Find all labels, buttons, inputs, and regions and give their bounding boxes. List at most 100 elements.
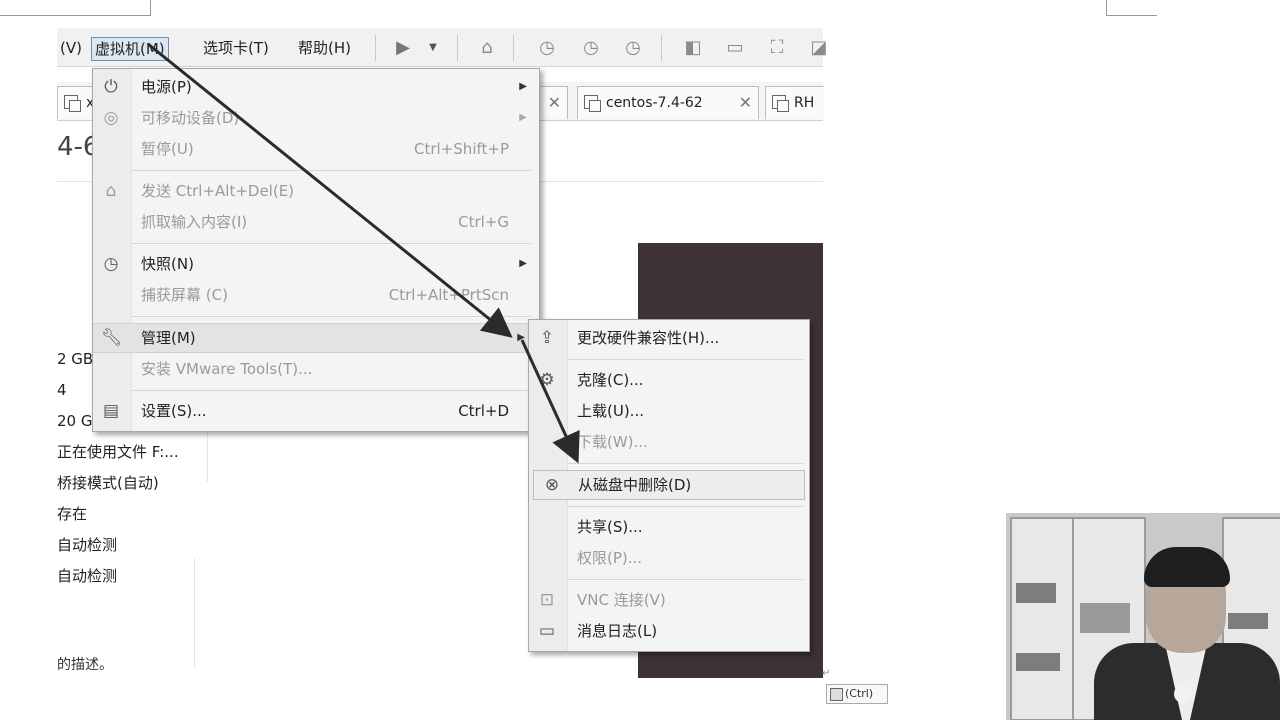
menu-item-label: 更改硬件兼容性(H)...: [577, 329, 720, 347]
menu-item-label: 安装 VMware Tools(T)...: [141, 360, 313, 378]
menu-item-install-vmware-tools[interactable]: 安装 VMware Tools(T)...: [93, 355, 539, 383]
keyboard-send-icon: ⌂: [105, 181, 117, 201]
paragraph-mark-icon: ↵: [822, 668, 831, 679]
manage-submenu: ⇪ 更改硬件兼容性(H)... ⚙ 克隆(C)... 上载(U)... 下载(W…: [528, 319, 810, 652]
menu-item-capture-screen[interactable]: 捕获屏幕 (C) Ctrl+Alt+PrtScn: [93, 281, 539, 309]
menu-item-shortcut: Ctrl+D: [458, 402, 509, 420]
menu-item-vnc-connection[interactable]: ⊡ VNC 连接(V): [529, 586, 809, 614]
vm-menu: ⏻ 电源(P) ▶ ◎ 可移动设备(D) ▶ 暂停(U) Ctrl+Shift+…: [92, 68, 540, 432]
menu-item-label: 从磁盘中删除(D): [578, 476, 692, 494]
menu-item-label: 共享(S)...: [577, 518, 643, 536]
book: [1016, 583, 1056, 603]
menu-separator: [131, 390, 531, 391]
menu-separator: [131, 243, 531, 244]
submenu-arrow-icon: ▶: [519, 81, 527, 92]
microphone: [1174, 685, 1192, 703]
menu-item-snapshot[interactable]: ◷ 快照(N) ▶: [93, 250, 539, 278]
menu-item-label: 克隆(C)...: [577, 371, 644, 389]
paste-options-button[interactable]: (Ctrl): [826, 684, 888, 704]
vnc-icon: ⊡: [539, 590, 555, 610]
toolbar: (V) 虚拟机(M) 选项卡(T) 帮助(H) ▶ ▼ ⌂ ◷ ◷ ◷ ◧ ▭ …: [57, 28, 828, 67]
console-view-icon[interactable]: ▭: [723, 36, 747, 60]
delete-disk-icon: ⊗: [544, 475, 560, 495]
settings-icon: ▤: [102, 401, 120, 421]
submenu-arrow-icon: ▶: [519, 112, 527, 123]
person-hair: [1144, 547, 1230, 587]
paste-options-label: (Ctrl): [845, 687, 874, 700]
detail-cdrom: 正在使用文件 F:...: [57, 443, 179, 461]
menu-tabs[interactable]: 选项卡(T): [200, 37, 272, 59]
menu-separator: [567, 506, 803, 507]
menu-item-shortcut: Ctrl+Alt+PrtScn: [388, 286, 509, 304]
play-icon[interactable]: ▶: [391, 36, 415, 60]
menu-help[interactable]: 帮助(H): [295, 37, 354, 59]
vm-description: 的描述。: [57, 657, 113, 673]
chevron-down-icon[interactable]: ▼: [421, 36, 445, 60]
menu-separator: [131, 316, 531, 317]
toolbar-separator: [375, 35, 376, 61]
menu-item-permissions[interactable]: 权限(P)...: [529, 544, 809, 572]
tab-centos[interactable]: centos-7.4-62 ✕: [577, 86, 759, 119]
ruler-line-right: [1106, 0, 1157, 16]
snapshot-revert-icon[interactable]: ◷: [579, 36, 603, 60]
snapshot-icon: ◷: [103, 254, 119, 274]
send-keys-icon[interactable]: ⌂: [475, 36, 499, 60]
menu-item-grab-input[interactable]: 抓取输入内容(I) Ctrl+G: [93, 208, 539, 236]
menu-view[interactable]: (V): [57, 37, 85, 59]
fullscreen-icon[interactable]: ⛶: [765, 36, 789, 60]
menu-item-settings[interactable]: ▤ 设置(S)... Ctrl+D: [93, 397, 539, 425]
toolbar-separator: [661, 35, 662, 61]
menu-item-label: VNC 连接(V): [577, 591, 666, 609]
menu-item-delete-from-disk[interactable]: ⊗ 从磁盘中删除(D): [533, 470, 805, 500]
menu-item-clone[interactable]: ⚙ 克隆(C)...: [529, 366, 809, 394]
book: [1228, 613, 1268, 629]
menu-item-label: 发送 Ctrl+Alt+Del(E): [141, 182, 295, 200]
menu-item-send-ctrl-alt-del[interactable]: ⌂ 发送 Ctrl+Alt+Del(E): [93, 177, 539, 205]
book: [1016, 653, 1060, 671]
menu-item-label: 下载(W)...: [577, 433, 648, 451]
menu-item-label: 抓取输入内容(I): [141, 213, 248, 231]
menu-item-shortcut: Ctrl+G: [458, 213, 509, 231]
bookshelf: [1010, 517, 1074, 720]
menu-item-download[interactable]: 下载(W)...: [529, 428, 809, 456]
menu-item-label: 上载(U)...: [577, 402, 644, 420]
document-ruler-lines: [0, 0, 1280, 16]
menu-item-manage[interactable]: 🔧︎ 管理(M) ▶: [93, 323, 537, 353]
detail-usb: 存在: [57, 505, 88, 523]
menu-item-label: 消息日志(L): [577, 622, 658, 640]
menu-item-label: 暂停(U): [141, 140, 194, 158]
snapshot-take-icon[interactable]: ◷: [535, 36, 559, 60]
snapshot-manager-icon[interactable]: ◷: [621, 36, 645, 60]
message-log-icon: ▭: [538, 621, 556, 641]
menu-item-share[interactable]: 共享(S)...: [529, 513, 809, 541]
menu-item-power[interactable]: ⏻ 电源(P) ▶: [93, 73, 539, 101]
unity-icon[interactable]: ◪: [807, 36, 831, 60]
menu-item-label: 电源(P): [141, 78, 192, 96]
ruler-line-left: [0, 0, 151, 16]
menu-item-upload[interactable]: 上载(U)...: [529, 397, 809, 425]
clone-icon: ⚙: [539, 370, 555, 390]
menu-separator: [567, 463, 803, 464]
menu-separator: [567, 579, 803, 580]
submenu-arrow-icon: ▶: [517, 332, 525, 343]
menu-item-change-hardware-compat[interactable]: ⇪ 更改硬件兼容性(H)...: [529, 324, 809, 352]
close-icon[interactable]: ✕: [548, 87, 561, 119]
toolbar-separator: [513, 35, 514, 61]
menu-item-message-log[interactable]: ▭ 消息日志(L): [529, 617, 809, 645]
menu-vm[interactable]: 虚拟机(M): [91, 37, 169, 61]
menu-item-label: 管理(M): [141, 329, 196, 347]
tab-rh[interactable]: RH: [765, 86, 824, 119]
vm-icon: [64, 95, 81, 112]
vm-icon: [584, 95, 601, 112]
tab-vm-2[interactable]: ✕: [537, 86, 568, 119]
menu-item-shortcut: Ctrl+Shift+P: [414, 140, 509, 158]
menu-item-removable-devices[interactable]: ◎ 可移动设备(D) ▶: [93, 104, 539, 132]
menu-item-pause[interactable]: 暂停(U) Ctrl+Shift+P: [93, 135, 539, 163]
detail-network: 桥接模式(自动): [57, 474, 159, 492]
submenu-arrow-icon: ▶: [519, 258, 527, 269]
disc-icon: ◎: [103, 108, 119, 128]
close-icon[interactable]: ✕: [739, 87, 752, 119]
sidebar-toggle-icon[interactable]: ◧: [681, 36, 705, 60]
menu-item-label: 权限(P)...: [577, 549, 643, 567]
toolbar-separator: [457, 35, 458, 61]
